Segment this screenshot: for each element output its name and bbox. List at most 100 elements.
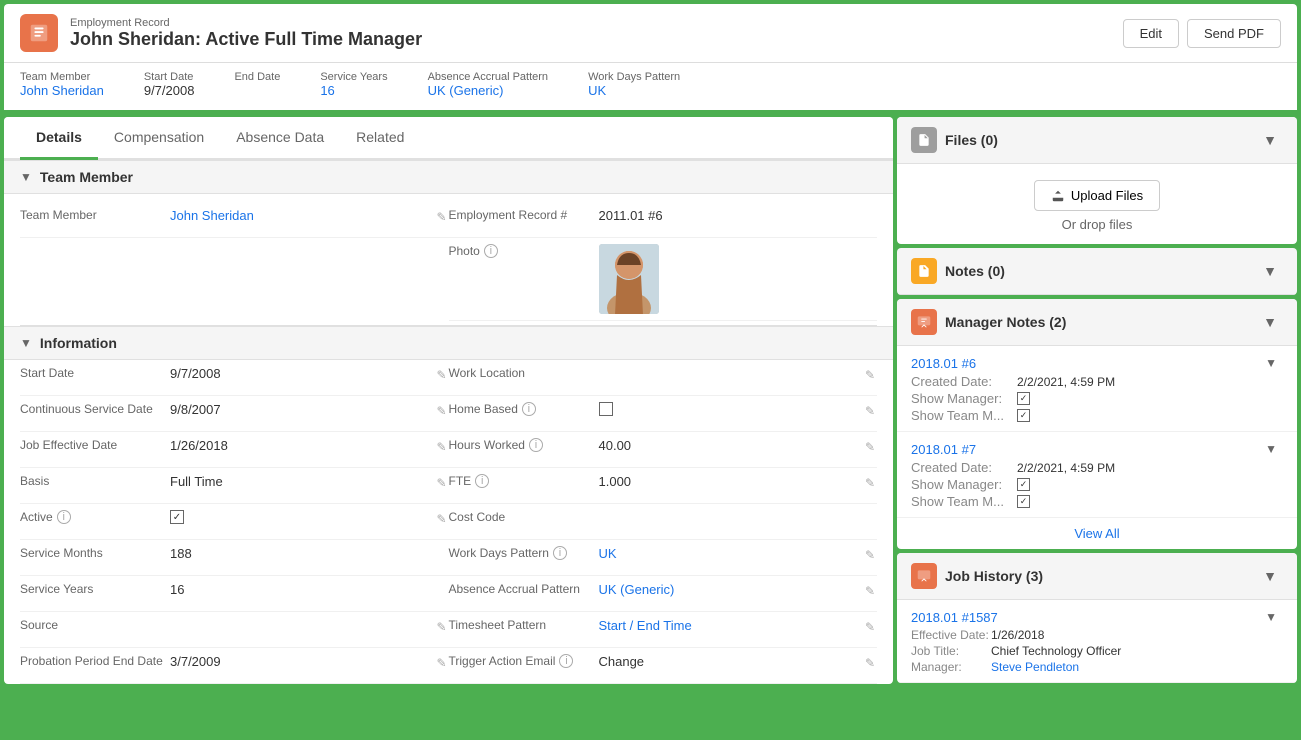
home-based-label: Home Based i [449,402,599,416]
manager-notes-card-title: Manager Notes (2) [911,309,1066,335]
fte-val: 1.000 [599,474,863,489]
work-days-pattern-edit[interactable]: ✎ [863,546,877,564]
absence-accrual-pattern-val[interactable]: UK (Generic) [599,582,863,597]
source-edit[interactable]: ✎ [434,618,448,636]
home-based-edit[interactable]: ✎ [863,402,877,420]
active-checkbox[interactable]: ✓ [170,510,184,524]
job-1-manager-value[interactable]: Steve Pendleton [991,660,1283,674]
tabs: Details Compensation Absence Data Relate… [4,117,893,160]
information-section-header[interactable]: ▼ Information [4,326,893,360]
meta-team-member: Team Member John Sheridan [20,71,104,98]
meta-start-date: Start Date 9/7/2008 [144,71,195,98]
hours-worked-edit[interactable]: ✎ [863,438,877,456]
tab-compensation[interactable]: Compensation [98,117,220,160]
job-history-1-link[interactable]: 2018.01 #1587 [911,610,998,625]
team-member-label: Team Member [20,71,104,83]
active-info-icon: i [57,510,71,524]
home-based-val [599,402,863,416]
active-edit[interactable]: ✎ [434,510,448,528]
team-member-chevron: ▼ [20,170,32,184]
continuous-service-edit[interactable]: ✎ [434,402,448,420]
main-layout: Details Compensation Absence Data Relate… [4,113,1297,684]
field-fte: FTE i 1.000 ✎ [449,468,878,504]
basis-val: Full Time [170,474,434,489]
field-team-member-value[interactable]: John Sheridan [170,208,434,223]
basis-edit[interactable]: ✎ [434,474,448,492]
timesheet-pattern-edit[interactable]: ✎ [863,618,877,636]
fte-info-icon: i [475,474,489,488]
source-label: Source [20,618,170,632]
note-1-show-team-row: Show Team M... ✓ [911,408,1283,423]
timesheet-pattern-label: Timesheet Pattern [449,618,599,632]
manager-note-2-link[interactable]: 2018.01 #7 [911,442,976,457]
note-1-show-team-checkbox[interactable]: ✓ [1017,409,1030,422]
manager-note-1-link[interactable]: 2018.01 #6 [911,356,976,371]
meta-service-years: Service Years 16 [320,71,387,98]
job-1-expand-button[interactable]: ▼ [1259,608,1283,626]
field-hours-worked: Hours Worked i 40.00 ✎ [449,432,878,468]
work-days-pattern-val[interactable]: UK [599,546,863,561]
probation-val: 3/7/2009 [170,654,434,669]
work-location-edit[interactable]: ✎ [863,366,877,384]
tab-details[interactable]: Details [20,117,98,160]
hours-worked-label: Hours Worked i [449,438,599,452]
note-2-created-value: 2/2/2021, 4:59 PM [1017,461,1115,475]
note-1-show-manager-label: Show Manager: [911,391,1011,406]
end-date-label: End Date [234,71,280,83]
files-collapse-button[interactable]: ▼ [1257,130,1283,150]
start-date-edit[interactable]: ✎ [434,366,448,384]
field-cost-code: Cost Code [449,504,878,540]
work-days-link[interactable]: UK [588,83,606,98]
avatar [599,244,659,314]
send-pdf-button[interactable]: Send PDF [1187,19,1281,48]
manager-notes-collapse-button[interactable]: ▼ [1257,312,1283,332]
absence-accrual-link[interactable]: UK (Generic) [428,83,504,98]
note-1-show-team-label: Show Team M... [911,408,1011,423]
note-2-show-manager-label: Show Manager: [911,477,1011,492]
trigger-action-edit[interactable]: ✎ [863,654,877,672]
note-1-created-label: Created Date: [911,374,1011,389]
upload-files-button[interactable]: Upload Files [1034,180,1160,211]
information-fields: Start Date 9/7/2008 ✎ Continuous Service… [4,360,893,684]
service-months-label: Service Months [20,546,170,560]
note-1-show-manager-checkbox[interactable]: ✓ [1017,392,1030,405]
tab-absence-data[interactable]: Absence Data [220,117,340,160]
right-panel: Files (0) ▼ Upload Files Or drop files [897,117,1297,684]
meta-end-date: End Date [234,71,280,98]
manager-notes-view-all[interactable]: View All [897,518,1297,549]
notes-card-title: Notes (0) [911,258,1005,284]
manager-notes-card: Manager Notes (2) ▼ 2018.01 #6 ▼ Created… [897,299,1297,549]
job-history-card-header: Job History (3) ▼ [897,553,1297,600]
probation-edit[interactable]: ✎ [434,654,448,672]
field-work-days-pattern: Work Days Pattern i UK ✎ [449,540,878,576]
field-start-date: Start Date 9/7/2008 ✎ [20,360,449,396]
manager-notes-icon [911,309,937,335]
job-effective-edit[interactable]: ✎ [434,438,448,456]
note-2-expand-button[interactable]: ▼ [1259,440,1283,458]
note-1-expand-button[interactable]: ▼ [1259,354,1283,372]
hours-worked-info-icon: i [529,438,543,452]
start-date-val: 9/7/2008 [170,366,434,381]
note-2-show-team-checkbox[interactable]: ✓ [1017,495,1030,508]
header-title-block: Employment Record John Sheridan: Active … [70,17,422,50]
left-panel: Details Compensation Absence Data Relate… [4,117,893,684]
timesheet-pattern-val[interactable]: Start / End Time [599,618,863,633]
team-member-edit-icon[interactable]: ✎ [434,208,448,226]
job-history-collapse-button[interactable]: ▼ [1257,566,1283,586]
home-based-checkbox[interactable] [599,402,613,416]
absence-accrual-pattern-edit[interactable]: ✎ [863,582,877,600]
fte-edit[interactable]: ✎ [863,474,877,492]
team-member-section-header[interactable]: ▼ Team Member [4,160,893,194]
service-years-label: Service Years [20,582,170,596]
tab-related[interactable]: Related [340,117,420,160]
edit-button[interactable]: Edit [1123,19,1179,48]
field-service-months: Service Months 188 [20,540,449,576]
header: Employment Record John Sheridan: Active … [4,4,1297,63]
basis-label: Basis [20,474,170,488]
notes-card: Notes (0) ▼ [897,248,1297,295]
notes-collapse-button[interactable]: ▼ [1257,261,1283,281]
service-months-val: 188 [170,546,449,561]
note-2-show-manager-checkbox[interactable]: ✓ [1017,478,1030,491]
team-member-link[interactable]: John Sheridan [20,83,104,98]
team-member-right: Employment Record # 2011.01 #6 Photo i [449,202,878,321]
